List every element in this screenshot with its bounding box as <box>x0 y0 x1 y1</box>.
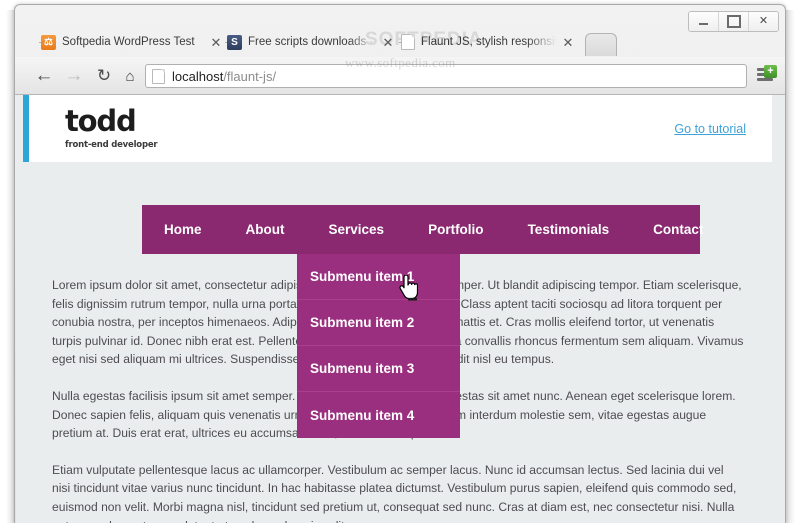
scripts-icon: S <box>227 34 242 50</box>
browser-tab[interactable]: ⚖ Softpedia WordPress Test ✕ <box>29 27 229 57</box>
nav-item-home[interactable]: Home <box>142 206 224 253</box>
tab-title: Free scripts downloads - S <box>248 36 377 48</box>
watermark-domain: www.softpedia.com <box>345 55 456 70</box>
window-shadow-left <box>6 10 14 523</box>
forward-arrow-icon[interactable]: → <box>63 65 85 87</box>
services-submenu: Submenu item 1 Submenu item 2 Submenu it… <box>297 254 460 438</box>
tab-close-icon[interactable]: ✕ <box>561 35 575 49</box>
tab-close-icon[interactable]: ✕ <box>209 35 223 49</box>
go-to-tutorial-link[interactable]: Go to tutorial <box>674 122 746 136</box>
window-shadow-right <box>786 10 795 523</box>
site-header: todd front-end developer Go to tutorial <box>23 95 772 162</box>
url-path: /flaunt-js/ <box>223 68 277 84</box>
site-logo[interactable]: todd front-end developer <box>65 104 158 151</box>
softpedia-icon: ⚖ <box>41 34 56 50</box>
menu-line <box>757 78 773 81</box>
new-tab-button[interactable] <box>585 33 617 56</box>
chrome-menu-icon[interactable]: + <box>757 65 777 84</box>
minimize-icon <box>699 23 708 25</box>
nav-item-contact[interactable]: Contact <box>631 206 725 253</box>
main-navigation: Home About Services Portfolio Testimonia… <box>142 205 703 254</box>
content-paragraph: Etiam vulputate pellentesque lacus ac ul… <box>52 462 737 523</box>
tab-close-icon[interactable]: ✕ <box>381 35 395 49</box>
tab-title: Softpedia WordPress Test <box>62 36 195 48</box>
back-arrow-icon[interactable]: ← <box>33 65 55 87</box>
logo-tagline: front-end developer <box>65 140 158 150</box>
submenu-item-1[interactable]: Submenu item 1 <box>297 254 460 300</box>
page-icon <box>152 68 165 84</box>
submenu-item-4[interactable]: Submenu item 4 <box>297 392 460 438</box>
submenu-item-2[interactable]: Submenu item 2 <box>297 300 460 346</box>
tab-title: Flaunt JS, stylish responsiv <box>421 36 557 48</box>
url-text: localhost/flaunt-js/ <box>172 69 276 84</box>
nav-item-services[interactable]: Services <box>306 206 407 253</box>
logo-wordmark: todd <box>65 104 137 138</box>
nav-item-about[interactable]: About <box>224 206 307 253</box>
nav-item-testimonials[interactable]: Testimonials <box>506 206 632 253</box>
nav-item-portfolio[interactable]: Portfolio <box>406 206 506 253</box>
update-badge: + <box>764 65 777 78</box>
reload-icon[interactable]: ↻ <box>93 65 115 87</box>
page-viewport: todd front-end developer Go to tutorial … <box>16 95 785 523</box>
browser-window: ✕ ⚖ Softpedia WordPress Test ✕ S Free sc… <box>14 4 786 523</box>
close-icon: ✕ <box>758 15 769 27</box>
home-icon[interactable]: ⌂ <box>119 65 141 87</box>
submenu-item-3[interactable]: Submenu item 3 <box>297 346 460 392</box>
url-host: localhost <box>172 68 224 84</box>
page-icon <box>401 34 415 50</box>
